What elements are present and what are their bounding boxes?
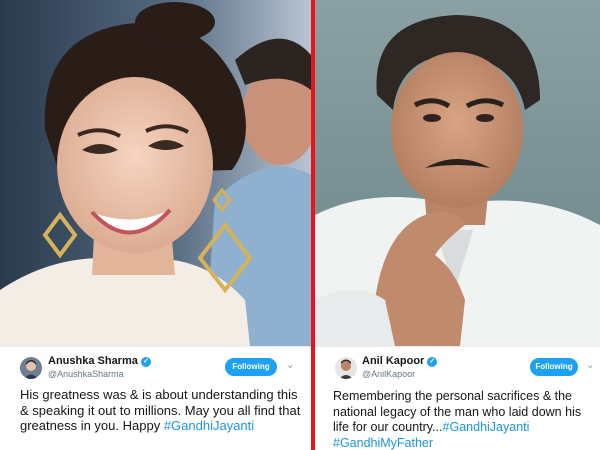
hashtag-link[interactable]: #GandhiJayanti — [443, 420, 530, 434]
chevron-down-icon[interactable]: ⌄ — [586, 360, 594, 371]
right-photo — [315, 0, 600, 346]
tweet-text: Remembering the personal sacrifices & th… — [333, 389, 582, 450]
following-button[interactable]: Following — [530, 358, 578, 376]
verified-badge-icon: ✓ — [140, 357, 151, 367]
tweet-author-name[interactable]: Anil Kapoor ✓ — [362, 355, 438, 367]
right-panel: Anil Kapoor ✓ @AnilKapoor Following ⌄ Rem… — [315, 0, 600, 450]
chevron-down-icon[interactable]: ⌄ — [286, 360, 294, 371]
left-panel: Anushka Sharma ✓ @AnushkaSharma Following… — [0, 0, 311, 450]
left-tweet-card: Anushka Sharma ✓ @AnushkaSharma Following… — [0, 346, 311, 450]
verified-badge-icon: ✓ — [427, 357, 438, 367]
tweet-text: His greatness was & is about understandi… — [20, 387, 301, 433]
tweet-author-handle[interactable]: @AnushkaSharma — [48, 369, 124, 379]
hashtag-link[interactable]: #GandhiMyFather — [333, 436, 433, 450]
hashtag-link[interactable]: #GandhiJayanti — [164, 418, 254, 433]
tweet-author-handle[interactable]: @AnilKapoor — [362, 369, 415, 379]
anil-avatar[interactable] — [335, 357, 357, 379]
following-button[interactable]: Following — [225, 358, 277, 376]
anushka-avatar[interactable] — [20, 357, 42, 379]
tweet-author-name[interactable]: Anushka Sharma ✓ — [48, 355, 151, 367]
left-photo — [0, 0, 311, 346]
right-tweet-card: Anil Kapoor ✓ @AnilKapoor Following ⌄ Rem… — [315, 346, 600, 450]
